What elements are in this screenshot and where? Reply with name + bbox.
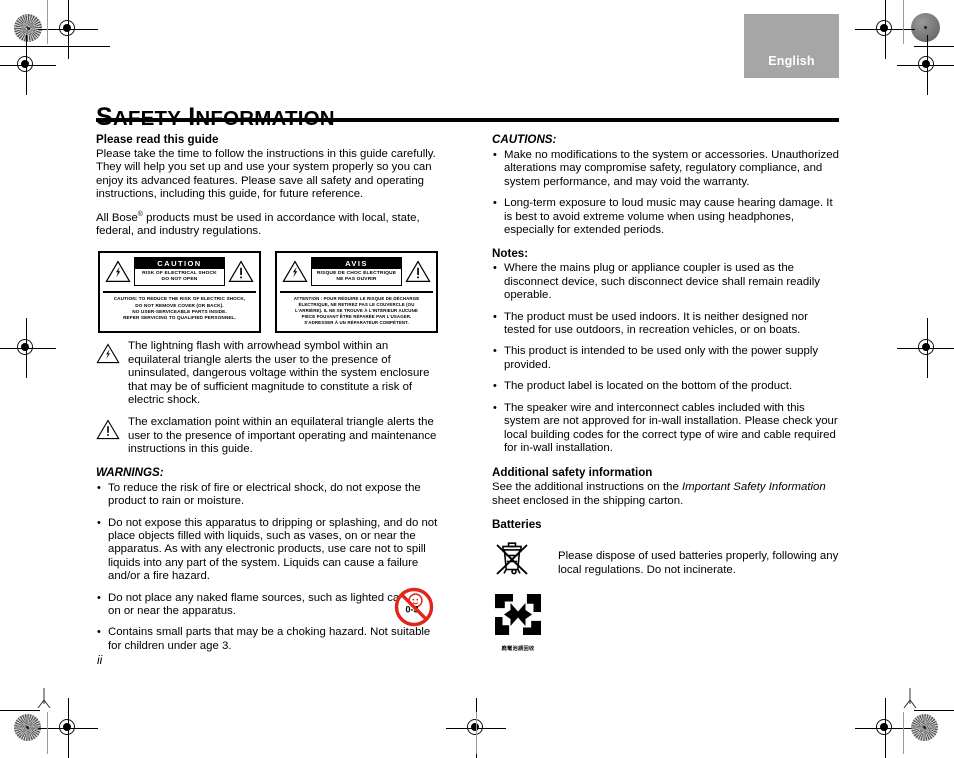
trim-line-right-vertical [903,0,904,44]
list-item: Make no modifications to the system or a… [492,149,839,189]
additional-safety-pre: See the additional instructions on the [492,481,682,494]
avis-subtitle-line1: RISQUE DE CHOC ÉLECTRIQUE [316,270,397,276]
crosshair-mark-top-right-inner [855,0,915,59]
trim-line-top-right-horizontal [914,46,954,47]
caution-box-top-row: CAUTION RISK OF ELECTRICAL SHOCK DO NOT … [103,256,256,288]
warnings-list: To reduce the risk of fire or electrical… [96,482,443,653]
tick-mark-bottom-left [37,688,51,708]
exclamation-triangle-icon [405,260,431,283]
please-read-heading: Please read this guide [96,133,219,146]
list-item: The speaker wire and interconnect cables… [492,402,839,456]
left-column: Please read this guide Please take the t… [96,133,443,662]
additional-safety-document-title: Important Safety Information [681,481,826,494]
crosshair-mark-mid-right [897,318,954,378]
trim-line-bottom-left-vertical [47,712,48,754]
document-page: English SAFETY INFORMATION Please read t… [0,0,954,758]
list-item: The product label is located on the bott… [492,380,839,394]
additional-safety-body: See the additional instructions on the I… [492,481,839,508]
caution-box-banner-group: CAUTION RISK OF ELECTRICAL SHOCK DO NOT … [134,257,225,287]
battery-recycle-icon-group: 廃電池請回收 [492,591,544,652]
choking-hazard-icon: 0-3 [393,586,435,628]
exclamation-triangle-icon [228,260,254,283]
batteries-icon-group: 廃電池請回收 [492,536,544,652]
rosette-mark-top-left [14,14,42,42]
cautions-list: Make no modifications to the system or a… [492,149,839,237]
list-item: This product is intended to be used only… [492,345,839,372]
title-underline-rule [96,118,839,122]
electrical-warning-boxes: CAUTION RISK OF ELECTRICAL SHOCK DO NOT … [98,251,443,333]
cautions-heading: CAUTIONS: [492,133,557,146]
list-item: Long-term exposure to loud music may cau… [492,197,839,237]
crosshair-mark-top-left-inner [38,0,98,59]
rosette-mark-bottom-left [14,714,41,741]
please-read-body: Please take the time to follow the instr… [96,148,436,201]
avis-box-french: AVIS RISQUE DE CHOC ÉLECTRIQUE NE PAS OU… [275,251,438,333]
page-number: ii [97,653,103,667]
caution-body-line4: REFER SERVICING TO QUALIFIED PERSONNEL. [123,315,236,321]
caution-subtitle-line2: DO NOT OPEN [161,276,198,282]
additional-safety-heading: Additional safety information [492,466,653,480]
avis-box-top-row: AVIS RISQUE DE CHOC ÉLECTRIQUE NE PAS OU… [280,256,433,288]
lightning-bolt-triangle-icon [96,340,120,369]
lightning-symbol-text: The lightning flash with arrowhead symbo… [128,340,430,407]
crosshair-mark-mid-left [0,318,56,378]
caution-box-english: CAUTION RISK OF ELECTRICAL SHOCK DO NOT … [98,251,261,333]
crosshair-mark-bottom-left [38,698,98,758]
list-item: Where the mains plug or appliance couple… [492,262,839,302]
additional-safety-post: sheet enclosed in the shipping carton. [492,494,684,507]
recycle-caption: 廃電池請回收 [501,646,535,653]
caution-banner: CAUTION [134,257,225,269]
avis-box-banner-group: AVIS RISQUE DE CHOC ÉLECTRIQUE NE PAS OU… [311,257,402,287]
tick-mark-bottom-right [903,688,917,708]
crosshair-mark-bottom-center [446,698,506,758]
list-item: Contains small parts that may be a choki… [96,626,443,653]
warnings-heading: WARNINGS: [96,465,164,479]
list-item: The product must be used indoors. It is … [492,311,839,338]
crossed-out-wheelie-bin-icon [492,536,544,583]
avis-subtitle: RISQUE DE CHOC ÉLECTRIQUE NE PAS OUVRIR [311,269,402,287]
trim-line-left-vertical [47,0,48,44]
bose-regulations-pre: All Bose [96,211,138,224]
exclamation-triangle-icon [96,416,120,445]
list-item: Do not expose this apparatus to dripping… [96,517,443,584]
rosette-mark-bottom-right [911,714,938,741]
trim-line-top-left-horizontal [0,46,110,47]
caution-subtitle: RISK OF ELECTRICAL SHOCK DO NOT OPEN [134,269,225,287]
list-item: Do not place any naked flame sources, su… [96,592,443,619]
crosshair-mark-top-right-outer [897,35,954,95]
notes-list: Where the mains plug or appliance couple… [492,262,839,455]
lightning-symbol-explanation-row: The lightning flash with arrowhead symbo… [96,340,443,407]
exclamation-symbol-text: The exclamation point within an equilate… [128,416,437,456]
crosshair-mark-bottom-right [855,698,915,758]
lightning-bolt-triangle-icon [105,260,131,283]
language-tab-english[interactable]: English [744,14,839,78]
rosette-mark-top-right [911,13,940,42]
right-column: CAUTIONS: Make no modifications to the s… [492,133,839,652]
batteries-heading: Batteries [492,518,542,532]
avis-subtitle-line2: NE PAS OUVRIR [336,276,377,282]
avis-box-body: ATTENTION : POUR RÉDUIRE LE RISQUE DE DÉ… [280,291,433,328]
avis-banner: AVIS [311,257,402,269]
bose-regulations-paragraph: All Bose® products must be used in accor… [96,211,443,239]
list-item: To reduce the risk of fire or electrical… [96,482,443,509]
taiwan-battery-recycling-icon [495,594,541,636]
caution-subtitle-line1: RISK OF ELECTRICAL SHOCK [142,270,217,276]
caution-box-body: CAUTION: TO REDUCE THE RISK OF ELECTRIC … [103,291,256,323]
notes-heading: Notes: [492,247,529,261]
trim-line-bottom-center-vertical [476,712,477,754]
avis-body-line5: S'ADRESSER À UN RÉPARATEUR COMPÉTENT. [304,319,409,325]
trim-line-bottom-right-vertical [903,712,904,754]
batteries-row: 廃電池請回收 Please dispose of used batteries … [492,536,839,652]
bose-regulations-post: products must be used in accordance with… [96,211,420,238]
lightning-bolt-triangle-icon [282,260,308,283]
crosshair-mark-top-left-outer [0,35,56,95]
caution-body-line1: CAUTION: TO REDUCE THE RISK OF ELECTRIC … [113,296,246,302]
trim-line-bottom-right-horizontal [914,710,954,711]
trim-line-bottom-left-horizontal [0,710,40,711]
page-title-word1-cap: S [96,102,113,131]
batteries-body-text: Please dispose of used batteries properl… [558,550,839,576]
exclamation-symbol-explanation-row: The exclamation point within an equilate… [96,416,443,456]
